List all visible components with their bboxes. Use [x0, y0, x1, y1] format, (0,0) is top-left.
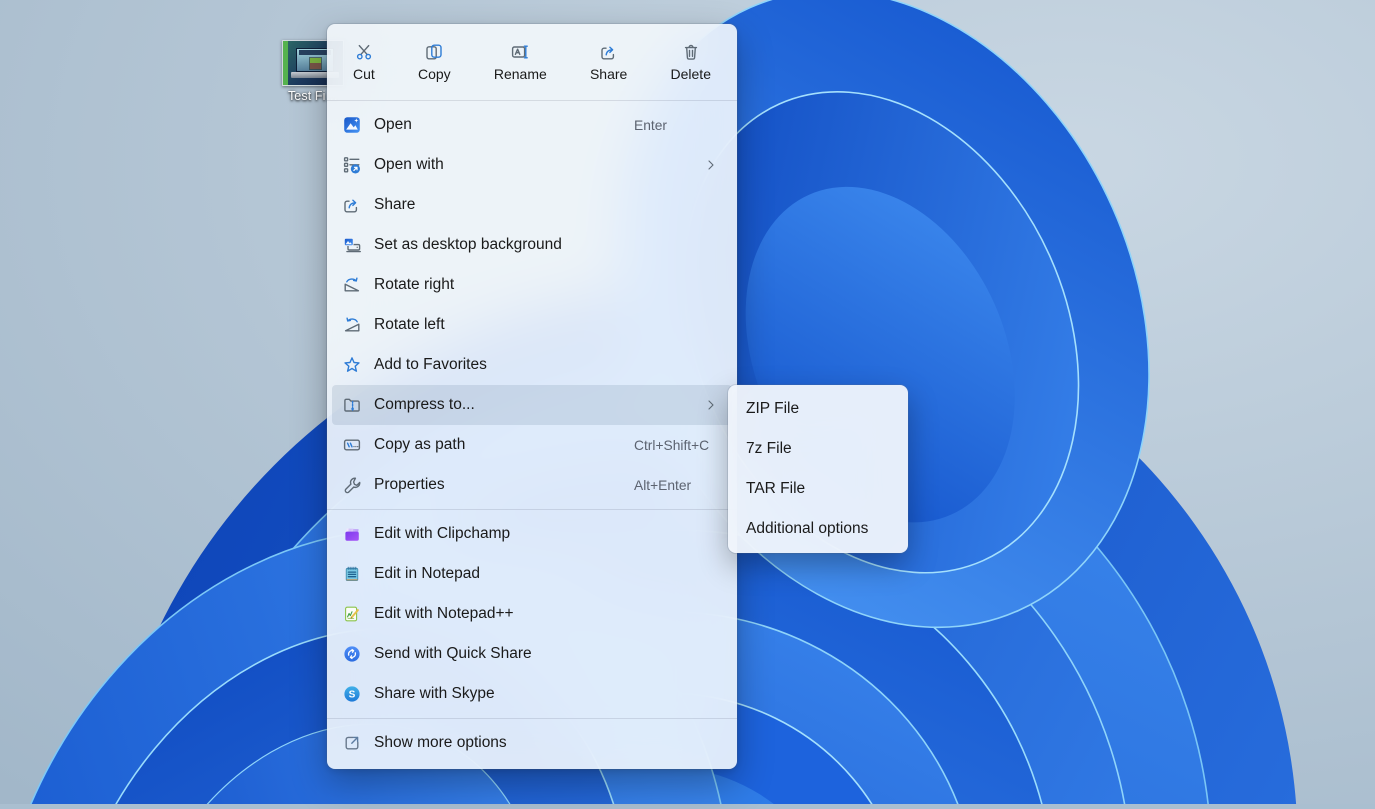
- menu-item-shortcut: Alt+Enter: [634, 478, 691, 493]
- menu-item-label: Add to Favorites: [374, 356, 487, 374]
- favorites-star-icon: [342, 355, 362, 375]
- show-more-icon: [342, 733, 362, 753]
- share-label: Share: [590, 66, 627, 82]
- menu-item-label: Edit with Clipchamp: [374, 525, 510, 543]
- menu-item-label: Open with: [374, 156, 444, 174]
- set-background-icon: [342, 235, 362, 255]
- delete-label: Delete: [671, 66, 711, 82]
- rename-icon: [510, 42, 530, 62]
- menu-item-open-with[interactable]: Open with: [332, 145, 732, 185]
- share-button[interactable]: Share: [582, 36, 635, 88]
- menu-item-label: Set as desktop background: [374, 236, 562, 254]
- menu-item-label: Rotate left: [374, 316, 445, 334]
- chevron-right-icon: [703, 157, 719, 173]
- delete-icon: [681, 42, 701, 62]
- menu-item-edit-with-notepad-plus-plus[interactable]: Edit with Notepad++: [332, 594, 732, 634]
- menu-item-send-with-quick-share[interactable]: Send with Quick Share: [332, 634, 732, 674]
- menu-item-label: Share with Skype: [374, 685, 495, 703]
- menu-item-shortcut: Ctrl+Shift+C: [634, 438, 709, 453]
- menu-item-set-as-desktop-background[interactable]: Set as desktop background: [332, 225, 732, 265]
- copy-icon: [424, 42, 444, 62]
- menu-item-compress-to[interactable]: Compress to...: [332, 385, 732, 425]
- delete-button[interactable]: Delete: [663, 36, 719, 88]
- menu-item-label: Open: [374, 116, 412, 134]
- context-menu-toolbar: Cut Copy Rename Share: [327, 24, 737, 100]
- clipchamp-icon: [342, 524, 362, 544]
- menu-group-main: Open Enter Open with Share: [327, 101, 737, 509]
- menu-item-properties[interactable]: Properties Alt+Enter: [332, 465, 732, 505]
- cut-button[interactable]: Cut: [345, 36, 383, 88]
- rotate-left-icon: [342, 315, 362, 335]
- share-icon: [342, 195, 362, 215]
- quick-share-icon: [342, 644, 362, 664]
- submenu-item-label: TAR File: [746, 480, 805, 498]
- cut-label: Cut: [353, 66, 375, 82]
- compress-submenu: ZIP File 7z File TAR File Additional opt…: [728, 385, 908, 553]
- menu-item-label: Show more options: [374, 734, 507, 752]
- cut-icon: [354, 42, 374, 62]
- wrench-icon: [342, 475, 362, 495]
- thumbnail-cube: [310, 58, 321, 69]
- notepad-icon: [342, 564, 362, 584]
- submenu-item-label: Additional options: [746, 520, 868, 538]
- rotate-right-icon: [342, 275, 362, 295]
- compress-folder-icon: [342, 395, 362, 415]
- thumbnail-green-strip: [283, 41, 288, 85]
- menu-item-add-to-favorites[interactable]: Add to Favorites: [332, 345, 732, 385]
- chevron-right-icon: [703, 397, 719, 413]
- menu-item-label: Compress to...: [374, 396, 475, 414]
- menu-item-label: Properties: [374, 476, 445, 494]
- menu-item-edit-with-clipchamp[interactable]: Edit with Clipchamp: [332, 514, 732, 554]
- photos-app-icon: [342, 115, 362, 135]
- menu-group-apps: Edit with Clipchamp Edit in Notepad: [327, 510, 737, 718]
- menu-item-label: Rotate right: [374, 276, 454, 294]
- menu-item-copy-as-path[interactable]: Copy as path Ctrl+Shift+C: [332, 425, 732, 465]
- menu-item-share-with-skype[interactable]: S Share with Skype: [332, 674, 732, 714]
- copy-button[interactable]: Copy: [410, 36, 459, 88]
- submenu-item-tar-file[interactable]: TAR File: [732, 469, 904, 509]
- menu-item-label: Edit in Notepad: [374, 565, 480, 583]
- menu-item-share[interactable]: Share: [332, 185, 732, 225]
- context-menu: Cut Copy Rename Share: [327, 24, 737, 769]
- submenu-item-label: 7z File: [746, 440, 792, 458]
- menu-item-rotate-right[interactable]: Rotate right: [332, 265, 732, 305]
- menu-item-rotate-left[interactable]: Rotate left: [332, 305, 732, 345]
- skype-icon: S: [342, 684, 362, 704]
- menu-item-open[interactable]: Open Enter: [332, 105, 732, 145]
- submenu-item-additional-options[interactable]: Additional options: [732, 509, 904, 549]
- copy-label: Copy: [418, 66, 451, 82]
- rename-label: Rename: [494, 66, 547, 82]
- menu-item-label: Send with Quick Share: [374, 645, 532, 663]
- menu-item-label: Edit with Notepad++: [374, 605, 514, 623]
- open-with-icon: [342, 155, 362, 175]
- submenu-item-label: ZIP File: [746, 400, 799, 418]
- notepad-plus-icon: [342, 604, 362, 624]
- menu-group-footer: Show more options: [327, 719, 737, 767]
- share-icon: [599, 42, 619, 62]
- copy-as-path-icon: [342, 435, 362, 455]
- menu-item-label: Copy as path: [374, 436, 465, 454]
- submenu-item-zip-file[interactable]: ZIP File: [732, 389, 904, 429]
- svg-text:S: S: [349, 690, 356, 701]
- rename-button[interactable]: Rename: [486, 36, 555, 88]
- menu-item-shortcut: Enter: [634, 118, 667, 133]
- menu-item-show-more-options[interactable]: Show more options: [332, 723, 732, 763]
- submenu-item-7z-file[interactable]: 7z File: [732, 429, 904, 469]
- menu-item-label: Share: [374, 196, 415, 214]
- menu-item-edit-in-notepad[interactable]: Edit in Notepad: [332, 554, 732, 594]
